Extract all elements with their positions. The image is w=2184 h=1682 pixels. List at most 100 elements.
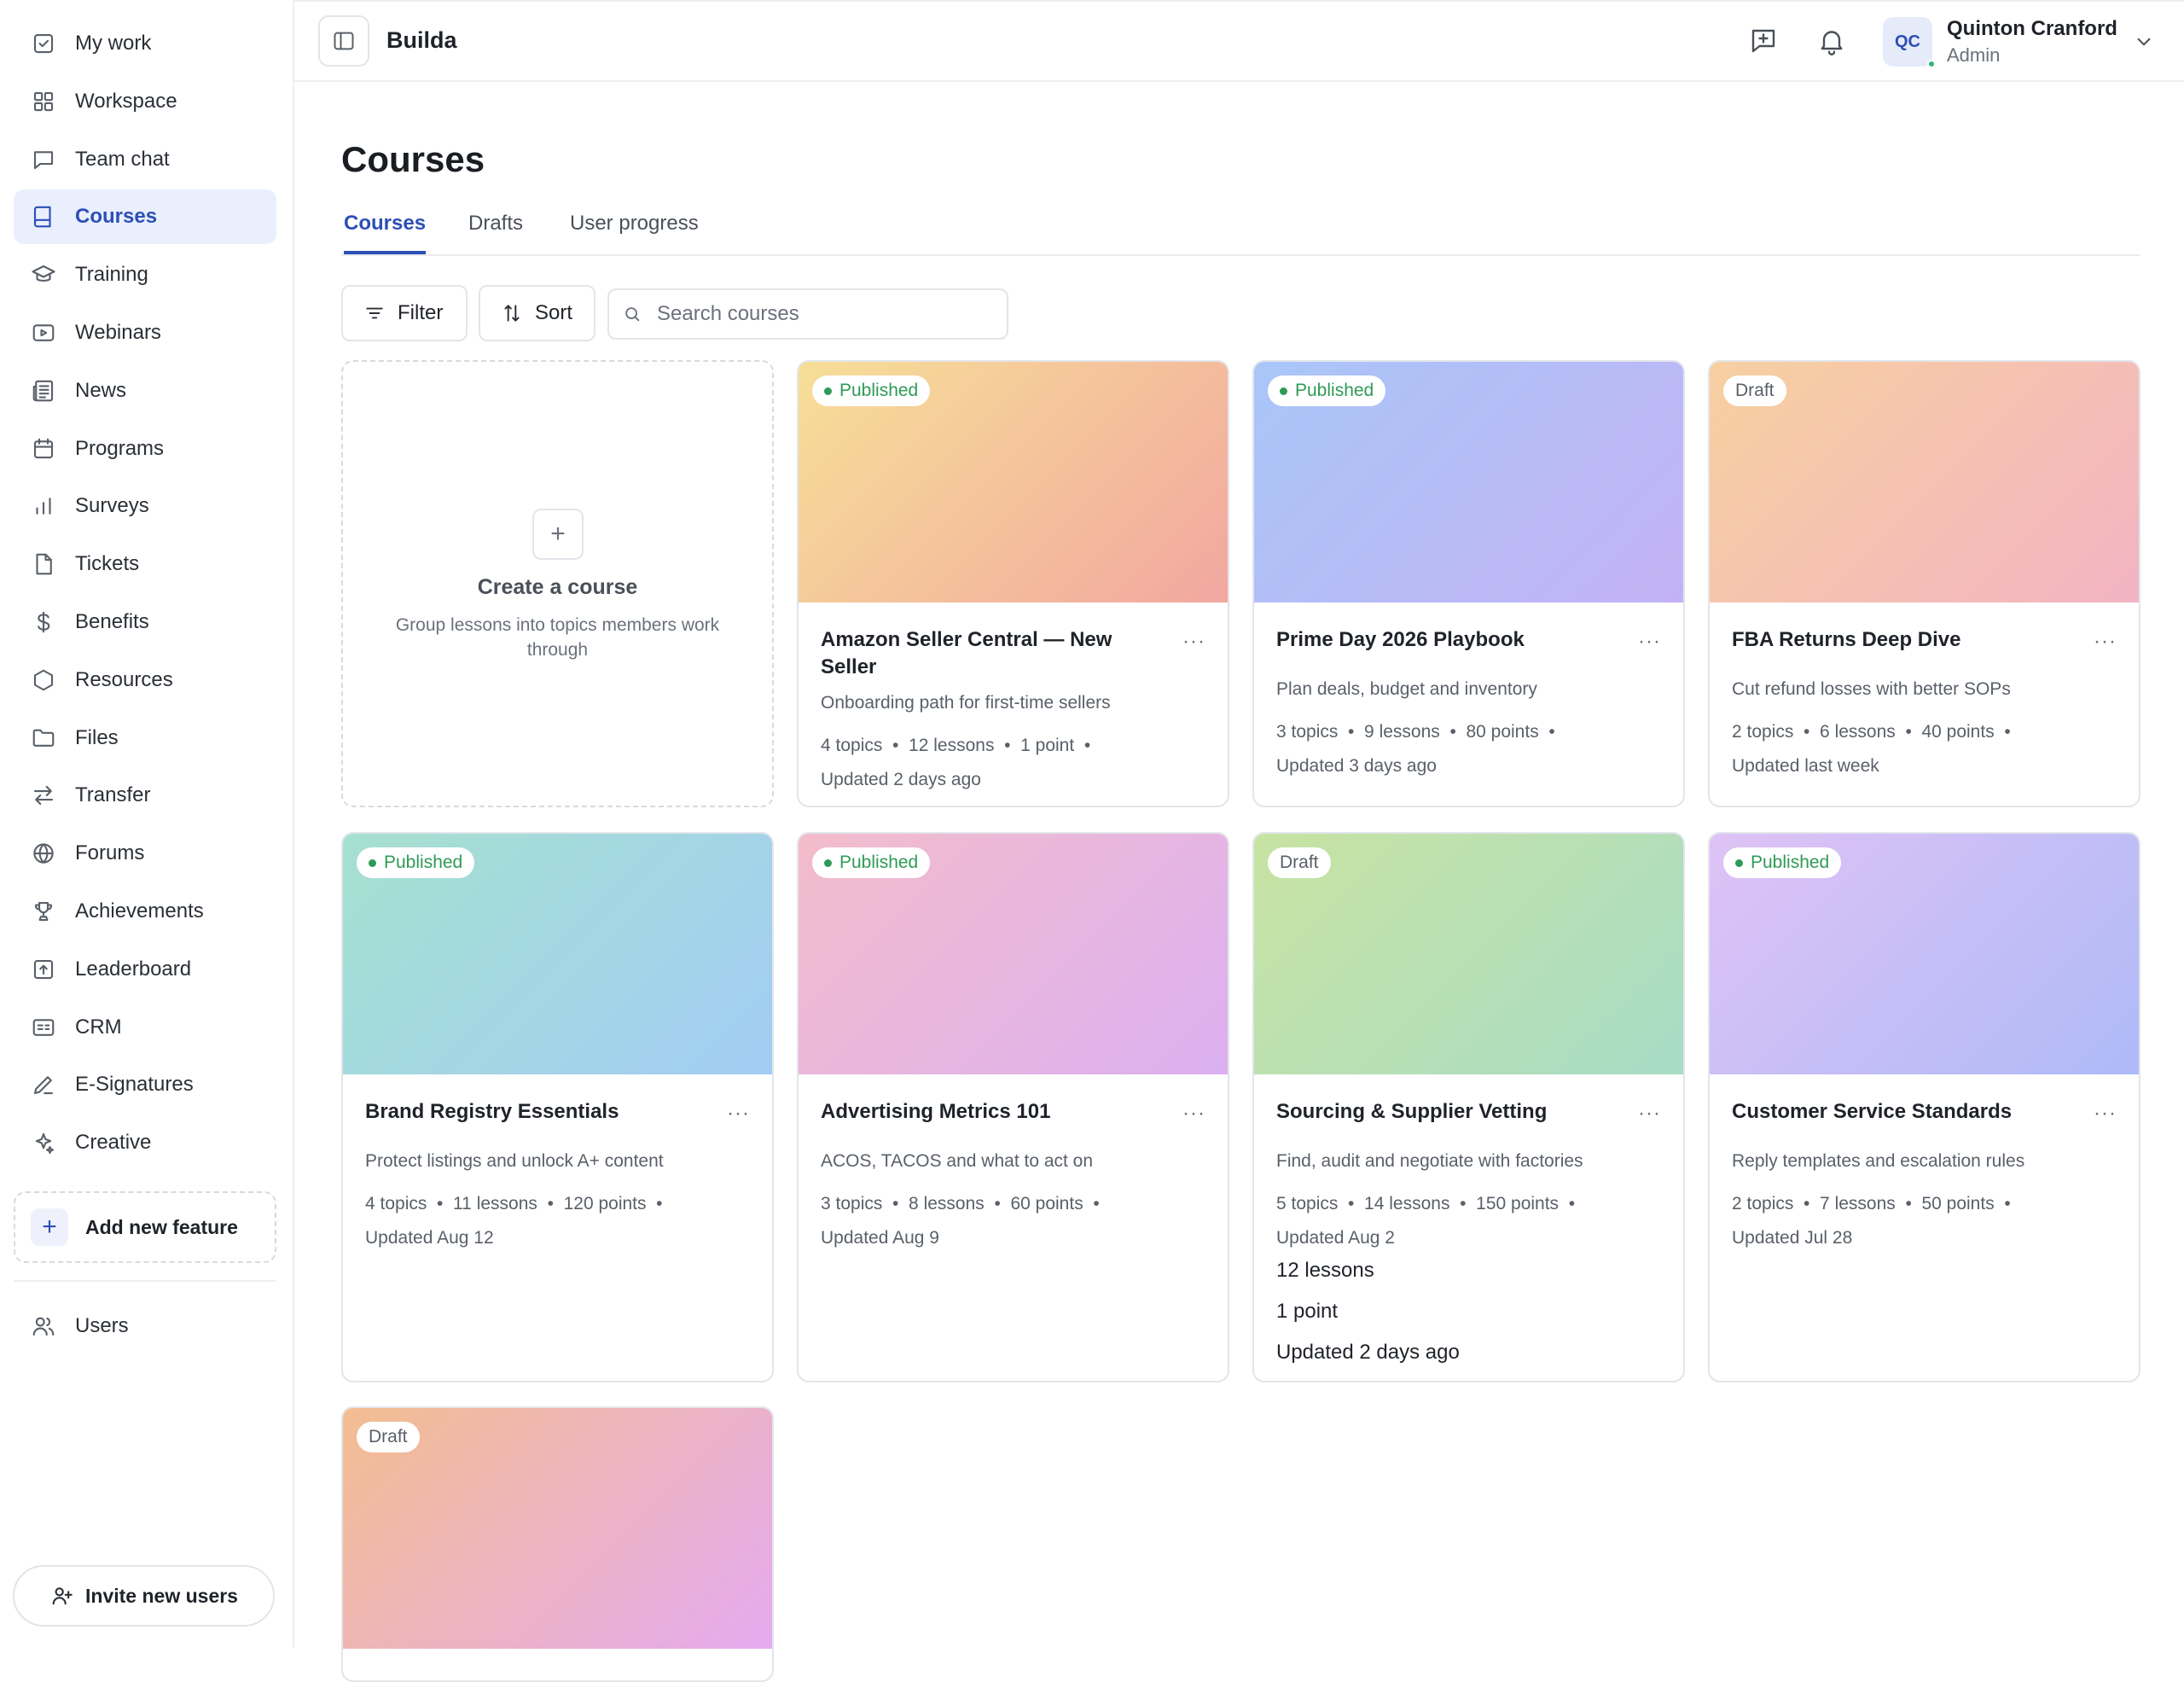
notifications-button[interactable] <box>1816 26 1847 56</box>
status-dot <box>1735 858 1743 867</box>
sidebar-item-label: Transfer <box>75 783 151 807</box>
sidebar-item-label: News <box>75 378 127 402</box>
sidebar-item-users[interactable]: Users <box>14 1299 276 1353</box>
course-meta: 2 topics • 6 lessons • 40 points • <box>1732 722 2011 742</box>
create-course-title: Create a course <box>477 575 638 599</box>
course-extra-line: Updated 2 days ago <box>1276 1341 1460 1364</box>
trophy-icon <box>31 899 56 924</box>
tab-drafts[interactable]: Drafts <box>468 212 523 251</box>
status-dot <box>824 387 832 395</box>
course-description: Find, audit and negotiate with factories <box>1276 1151 1583 1171</box>
users-icon <box>31 1313 56 1339</box>
sidebar-item-label: E-Signatures <box>75 1073 194 1097</box>
course-description: Reply templates and escalation rules <box>1732 1151 2025 1171</box>
status-label: Published <box>839 381 919 400</box>
status-dot <box>1280 387 1287 395</box>
feedback-button[interactable] <box>1748 26 1779 56</box>
status-badge: Published <box>1723 847 1842 878</box>
sidebar-item-training[interactable]: Training <box>14 247 276 302</box>
course-card[interactable]: Draft Sourcing & Supplier Vetting ··· Find,… <box>1252 832 1685 1382</box>
sidebar-item-label: CRM <box>75 1015 122 1039</box>
status-label: Draft <box>1735 381 1774 400</box>
tab-courses[interactable]: Courses <box>344 212 427 254</box>
avatar-initials: QC <box>1895 32 1920 51</box>
more-options-button[interactable]: ··· <box>1182 1102 1205 1126</box>
chevron-down-icon <box>2133 31 2155 53</box>
sidebar-item-team-chat[interactable]: Team chat <box>14 132 276 187</box>
course-card[interactable]: Published Brand Registry Essentials ··· Pro… <box>341 832 774 1382</box>
filter-icon <box>363 302 386 324</box>
course-meta: 2 topics • 7 lessons • 50 points • <box>1732 1194 2011 1213</box>
grid-icon <box>31 89 56 114</box>
top-bar: Builda QC Quinton Cranford Admin <box>294 0 2184 82</box>
sidebar-toggle-icon <box>332 29 356 53</box>
sidebar-toggle-button[interactable] <box>318 15 369 67</box>
more-options-button[interactable]: ··· <box>727 1102 750 1126</box>
course-description: Onboarding path for first-time sellers <box>821 693 1111 713</box>
sidebar-item-files[interactable]: Files <box>14 711 276 765</box>
course-updated: Updated Aug 9 <box>821 1228 939 1248</box>
more-options-button[interactable]: ··· <box>1638 1102 1661 1126</box>
sidebar-item-e-signatures[interactable]: E-Signatures <box>14 1057 276 1112</box>
sidebar-item-tickets[interactable]: Tickets <box>14 537 276 591</box>
course-updated: Updated last week <box>1732 756 1879 776</box>
account-menu-button[interactable] <box>2133 31 2155 53</box>
sidebar-item-achievements[interactable]: Achievements <box>14 884 276 939</box>
sidebar-item-resources[interactable]: Resources <box>14 653 276 707</box>
sidebar-item-users-wrap: Users <box>14 1299 276 1357</box>
avatar[interactable]: QC <box>1883 17 1936 68</box>
course-title: Advertising Metrics 101 <box>821 1100 1051 1123</box>
course-card[interactable]: Published Prime Day 2026 Playbook ··· Plan … <box>1252 360 1685 807</box>
course-card[interactable]: Published Advertising Metrics 101 ··· ACOS,… <box>797 832 1229 1382</box>
tab-user-progress[interactable]: User progress <box>570 212 699 251</box>
status-label: Published <box>384 853 463 872</box>
course-title: Customer Service Standards <box>1732 1100 2013 1123</box>
sidebar-item-my-work[interactable]: My work <box>14 16 276 71</box>
course-card[interactable]: Draft <box>341 1406 774 1682</box>
more-options-button[interactable]: ··· <box>2094 1102 2117 1126</box>
search-input[interactable] <box>657 302 981 326</box>
sidebar-item-leaderboard[interactable]: Leaderboard <box>14 942 276 997</box>
add-new-feature-button[interactable]: + Add new feature <box>14 1191 276 1263</box>
status-badge: Published <box>1268 375 1386 406</box>
sidebar-item-creative[interactable]: Creative <box>14 1115 276 1170</box>
status-label: Draft <box>369 1427 408 1446</box>
sidebar-item-benefits[interactable]: Benefits <box>14 595 276 649</box>
graduation-cap-icon <box>31 262 56 288</box>
course-extra-line: 12 lessons <box>1276 1259 1374 1282</box>
status-badge: Published <box>812 847 931 878</box>
plus-icon: + <box>532 509 584 560</box>
sidebar-item-news[interactable]: News <box>14 364 276 418</box>
sidebar-item-label: Training <box>75 263 148 287</box>
sidebar-item-workspace[interactable]: Workspace <box>14 74 276 129</box>
sidebar-item-webinars[interactable]: Webinars <box>14 306 276 360</box>
course-card[interactable]: Published Amazon Seller Central — New Sel… <box>797 360 1229 807</box>
sidebar-item-surveys[interactable]: Surveys <box>14 479 276 533</box>
create-course-card[interactable]: + Create a course Group lessons into top… <box>341 360 774 807</box>
sidebar-item-crm[interactable]: CRM <box>14 1000 276 1055</box>
sort-button[interactable]: Sort <box>479 285 595 341</box>
sidebar-item-label: Users <box>75 1314 129 1337</box>
sidebar-item-courses[interactable]: Courses <box>14 189 276 245</box>
sidebar-item-forums[interactable]: Forums <box>14 826 276 881</box>
course-card[interactable]: Draft FBA Returns Deep Dive ··· Cut refund … <box>1708 360 2140 807</box>
course-extra-line: 1 point <box>1276 1300 1339 1323</box>
course-meta: 4 topics • 12 lessons • 1 point • <box>821 736 1091 755</box>
sidebar: My work Workspace Team chat Courses Training… <box>0 0 294 1648</box>
more-options-button[interactable]: ··· <box>2094 630 2117 654</box>
id-card-icon <box>31 1015 56 1040</box>
more-options-button[interactable]: ··· <box>1182 630 1205 654</box>
more-options-button[interactable]: ··· <box>1638 630 1661 654</box>
sidebar-item-programs[interactable]: Programs <box>14 422 276 476</box>
newspaper-icon <box>31 378 56 404</box>
course-card[interactable]: Published Customer Service Standards ··· Re… <box>1708 832 2140 1382</box>
invite-new-users-button[interactable]: Invite new users <box>13 1565 275 1627</box>
sidebar-item-label: Programs <box>75 436 165 460</box>
sidebar-item-label: Team chat <box>75 147 170 171</box>
search-box <box>607 288 1008 340</box>
filter-button[interactable]: Filter <box>341 285 468 341</box>
sidebar-item-transfer[interactable]: Transfer <box>14 768 276 823</box>
message-plus-icon <box>1748 26 1779 56</box>
file-icon <box>31 551 56 577</box>
sidebar-item-label: Resources <box>75 667 173 691</box>
